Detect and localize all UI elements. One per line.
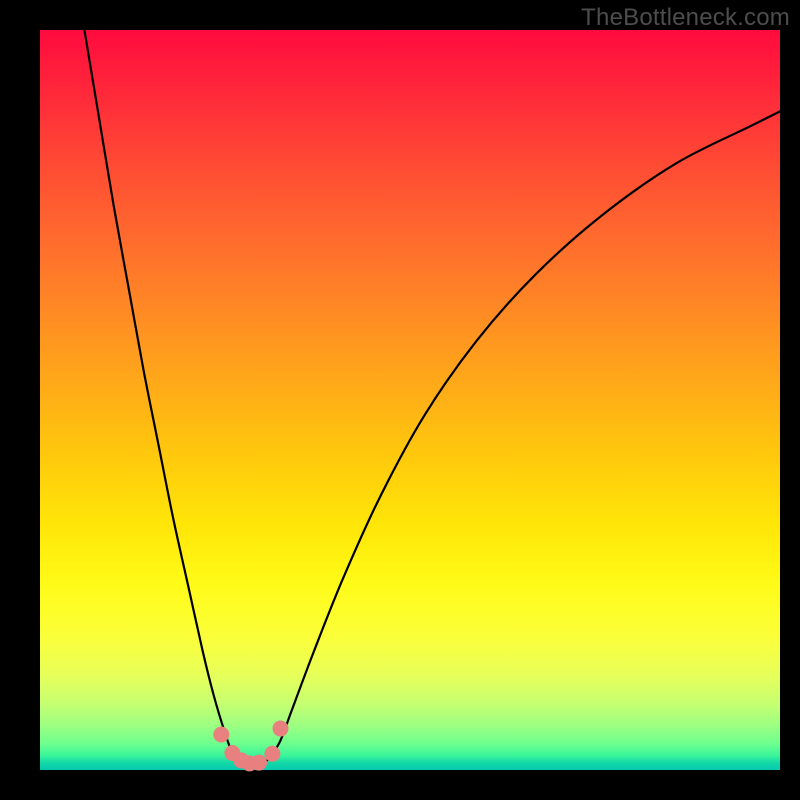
chart-frame: TheBottleneck.com: [0, 0, 800, 800]
valley-marker: [265, 746, 280, 761]
valley-marker: [214, 727, 229, 742]
bottleneck-curve-right: [269, 111, 780, 759]
valley-marker: [252, 755, 267, 770]
curve-layer: [40, 30, 780, 770]
bottleneck-curve-left: [84, 30, 239, 761]
valley-marker: [273, 721, 288, 736]
plot-area: [40, 30, 780, 770]
watermark-text: TheBottleneck.com: [581, 4, 790, 32]
